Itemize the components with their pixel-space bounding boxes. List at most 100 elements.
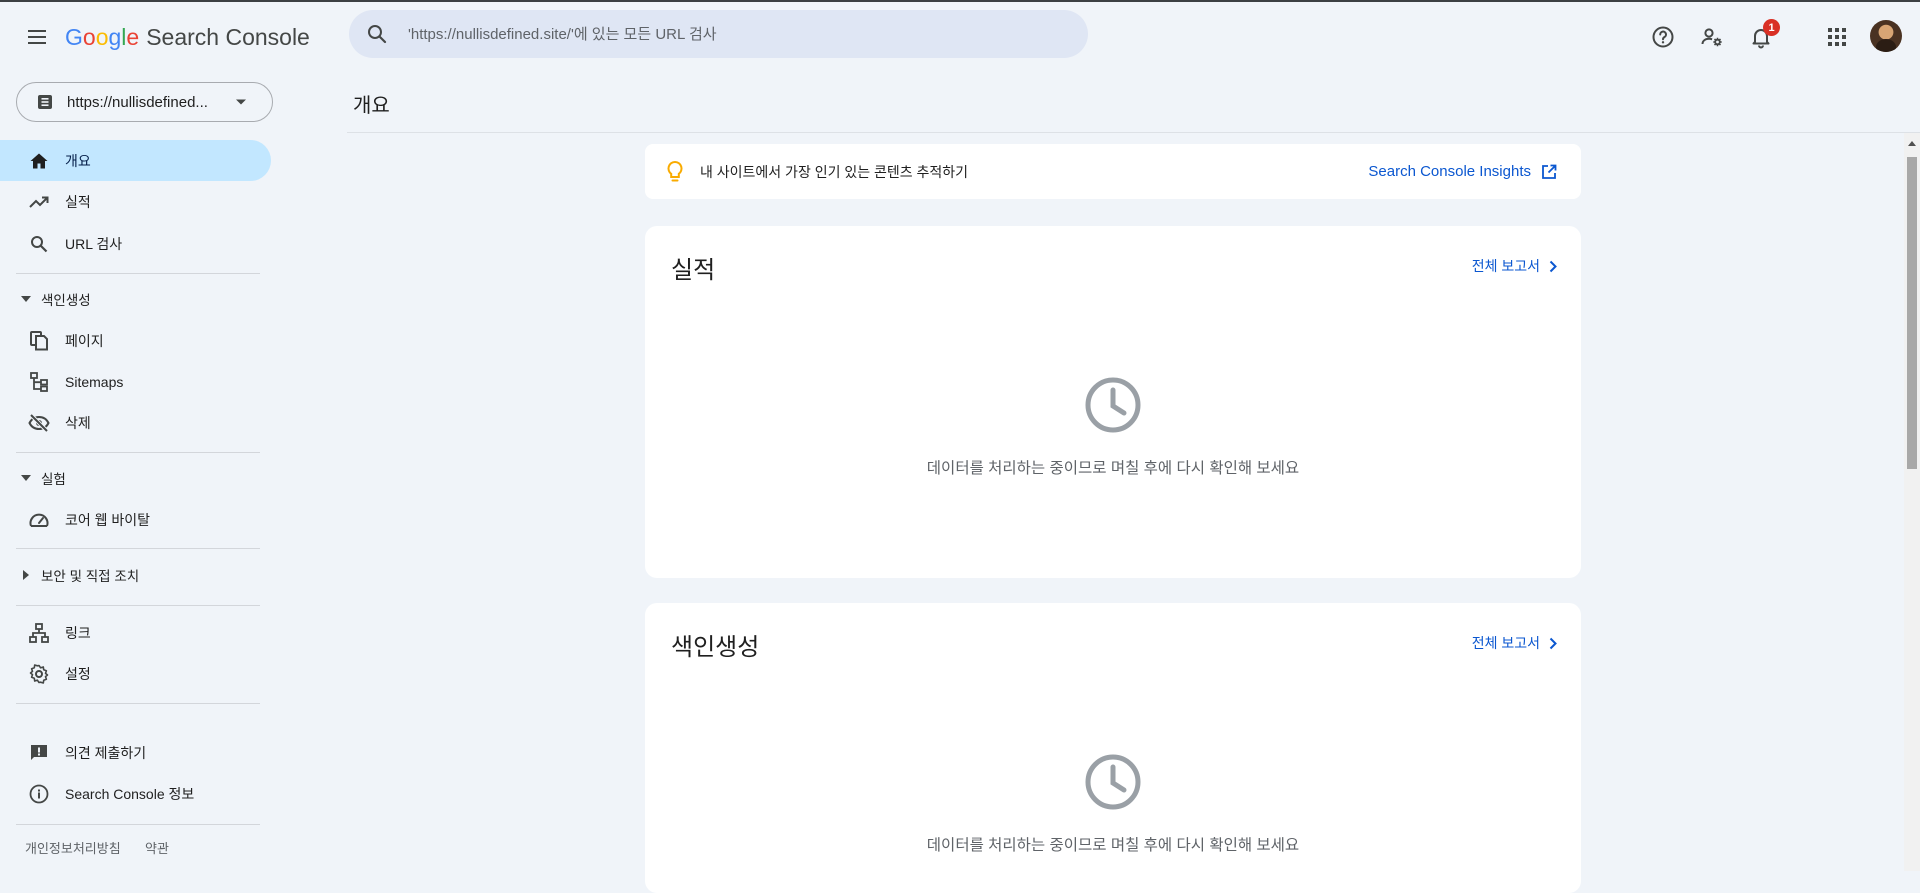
sidebar-divider (16, 824, 260, 825)
search-console-insights-link[interactable]: Search Console Insights (1368, 163, 1557, 180)
full-report-label: 전체 보고서 (1471, 635, 1540, 651)
sidebar-item-label: 실적 (65, 193, 91, 210)
scrollbar-thumb[interactable] (1907, 157, 1917, 469)
processing-message: 데이터를 처리하는 중이므로 며칠 후에 다시 확인해 보세요 (926, 460, 1300, 477)
sidebar-item-removals[interactable]: 삭제 (0, 402, 271, 443)
page-title: 개요 (353, 95, 390, 117)
sidebar-divider (16, 452, 260, 453)
lightbulb-icon (663, 160, 687, 184)
menu-icon (28, 30, 46, 44)
sidebar-item-feedback[interactable]: 의견 제출하기 (0, 732, 271, 773)
users-permissions-button[interactable] (1692, 17, 1732, 57)
property-url: https://nullisdefined... (67, 93, 208, 111)
section-label: 실험 (41, 472, 66, 487)
sidebar-item-overview[interactable]: 개요 (0, 140, 271, 181)
sidebar-item-label: 삭제 (65, 414, 91, 431)
home-icon (28, 150, 50, 172)
logo-letter: e (126, 24, 140, 50)
main-menu-button[interactable] (17, 17, 57, 57)
section-label: 보안 및 직접 조치 (41, 569, 140, 584)
performance-card: 실적 전체 보고서 데이터를 처리하는 중이므로 며칠 후에 다시 확인해 보세… (645, 226, 1581, 578)
google-apps-button[interactable] (1817, 17, 1857, 57)
full-report-link[interactable]: 전체 보고서 (1472, 256, 1557, 276)
sidebar-item-about[interactable]: Search Console 정보 (0, 773, 271, 814)
privacy-policy-link[interactable]: 개인정보처리방침 (25, 838, 121, 857)
sitemap-icon (28, 371, 50, 393)
terms-link[interactable]: 약관 (145, 838, 169, 857)
sidebar-item-label: 개요 (65, 152, 91, 169)
app-header: Google Search Console 1 (0, 2, 1920, 68)
apps-grid-icon (1828, 28, 1846, 46)
url-inspection-input[interactable] (408, 25, 1008, 43)
url-inspection-search-bar[interactable] (349, 10, 1088, 58)
sidebar-section-experience[interactable]: 실험 (0, 463, 271, 493)
sidebar-item-sitemaps[interactable]: Sitemaps (0, 361, 271, 402)
links-icon (28, 622, 50, 644)
account-avatar[interactable] (1870, 20, 1902, 52)
property-selector[interactable]: https://nullisdefined... (16, 82, 273, 122)
sidebar-item-label: 코어 웹 바이탈 (65, 511, 151, 528)
caret-right-icon (20, 569, 32, 581)
insights-link-label: Search Console Insights (1368, 163, 1531, 180)
sidebar-item-settings[interactable]: 설정 (0, 653, 271, 694)
card-title: 실적 (671, 257, 716, 284)
help-icon (1652, 26, 1674, 48)
sidebar-item-core-web-vitals[interactable]: 코어 웹 바이탈 (0, 499, 271, 540)
trending-up-icon (28, 191, 50, 213)
sidebar-item-label: 설정 (65, 665, 91, 682)
search-console-logo[interactable]: Google Search Console (65, 24, 310, 51)
manage-users-icon (1701, 28, 1722, 47)
chevron-right-icon (1549, 637, 1557, 649)
sidebar-item-pages[interactable]: 페이지 (0, 320, 271, 361)
search-icon (365, 22, 389, 46)
sidebar-item-performance[interactable]: 실적 (0, 181, 271, 222)
visibility-off-icon (28, 412, 50, 434)
scroll-up-arrow[interactable] (1908, 141, 1916, 146)
sidebar-item-url-inspection[interactable]: URL 검사 (0, 223, 271, 264)
caret-down-icon (20, 472, 32, 484)
chevron-down-icon (235, 93, 247, 111)
full-report-link[interactable]: 전체 보고서 (1472, 633, 1557, 653)
gear-icon (28, 663, 50, 685)
sidebar-item-label: 의견 제출하기 (65, 744, 147, 761)
property-icon (37, 94, 53, 110)
pages-icon (28, 330, 50, 352)
sidebar-item-label: 페이지 (65, 332, 104, 349)
sidebar-item-label: Sitemaps (65, 373, 124, 390)
sidebar-item-label: Search Console 정보 (65, 785, 195, 802)
sidebar-divider (16, 548, 260, 549)
sidebar-divider (16, 605, 260, 606)
section-label: 색인생성 (41, 293, 91, 308)
logo-letter: o (95, 24, 109, 50)
caret-down-icon (20, 293, 32, 305)
insights-banner: 내 사이트에서 가장 인기 있는 콘텐츠 추적하기 Search Console… (645, 144, 1581, 199)
main-scrollbar[interactable] (1904, 133, 1920, 871)
logo-letter: g (108, 24, 122, 50)
chevron-right-icon (1549, 260, 1557, 272)
notification-count-badge: 1 (1763, 19, 1780, 36)
sidebar-divider (16, 273, 260, 274)
logo-letter: o (82, 24, 96, 50)
insights-banner-text: 내 사이트에서 가장 인기 있는 콘텐츠 추적하기 (700, 163, 969, 180)
sidebar-item-label: 링크 (65, 624, 91, 641)
indexing-card: 색인생성 전체 보고서 데이터를 처리하는 중이므로 며칠 후에 다시 확인해 … (645, 603, 1581, 893)
feedback-icon (28, 742, 50, 764)
full-report-label: 전체 보고서 (1471, 258, 1540, 274)
sidebar-item-label: URL 검사 (65, 235, 123, 252)
notifications-button[interactable]: 1 (1741, 17, 1781, 57)
sidebar: https://nullisdefined... 개요 실적 URL 검사 색인… (0, 68, 280, 871)
card-title: 색인생성 (671, 634, 760, 661)
clock-icon (1085, 377, 1141, 433)
title-divider (347, 132, 1920, 133)
speed-gauge-icon (28, 509, 50, 531)
search-icon (28, 233, 50, 255)
open-in-new-icon (1542, 164, 1557, 179)
help-button[interactable] (1643, 17, 1683, 57)
sidebar-item-links[interactable]: 링크 (0, 612, 271, 653)
sidebar-section-indexing[interactable]: 색인생성 (0, 284, 271, 314)
info-icon (28, 783, 50, 805)
logo-letter: G (65, 24, 83, 50)
sidebar-divider (16, 703, 260, 704)
processing-message: 데이터를 처리하는 중이므로 며칠 후에 다시 확인해 보세요 (926, 837, 1300, 854)
sidebar-section-security[interactable]: 보안 및 직접 조치 (0, 560, 271, 590)
